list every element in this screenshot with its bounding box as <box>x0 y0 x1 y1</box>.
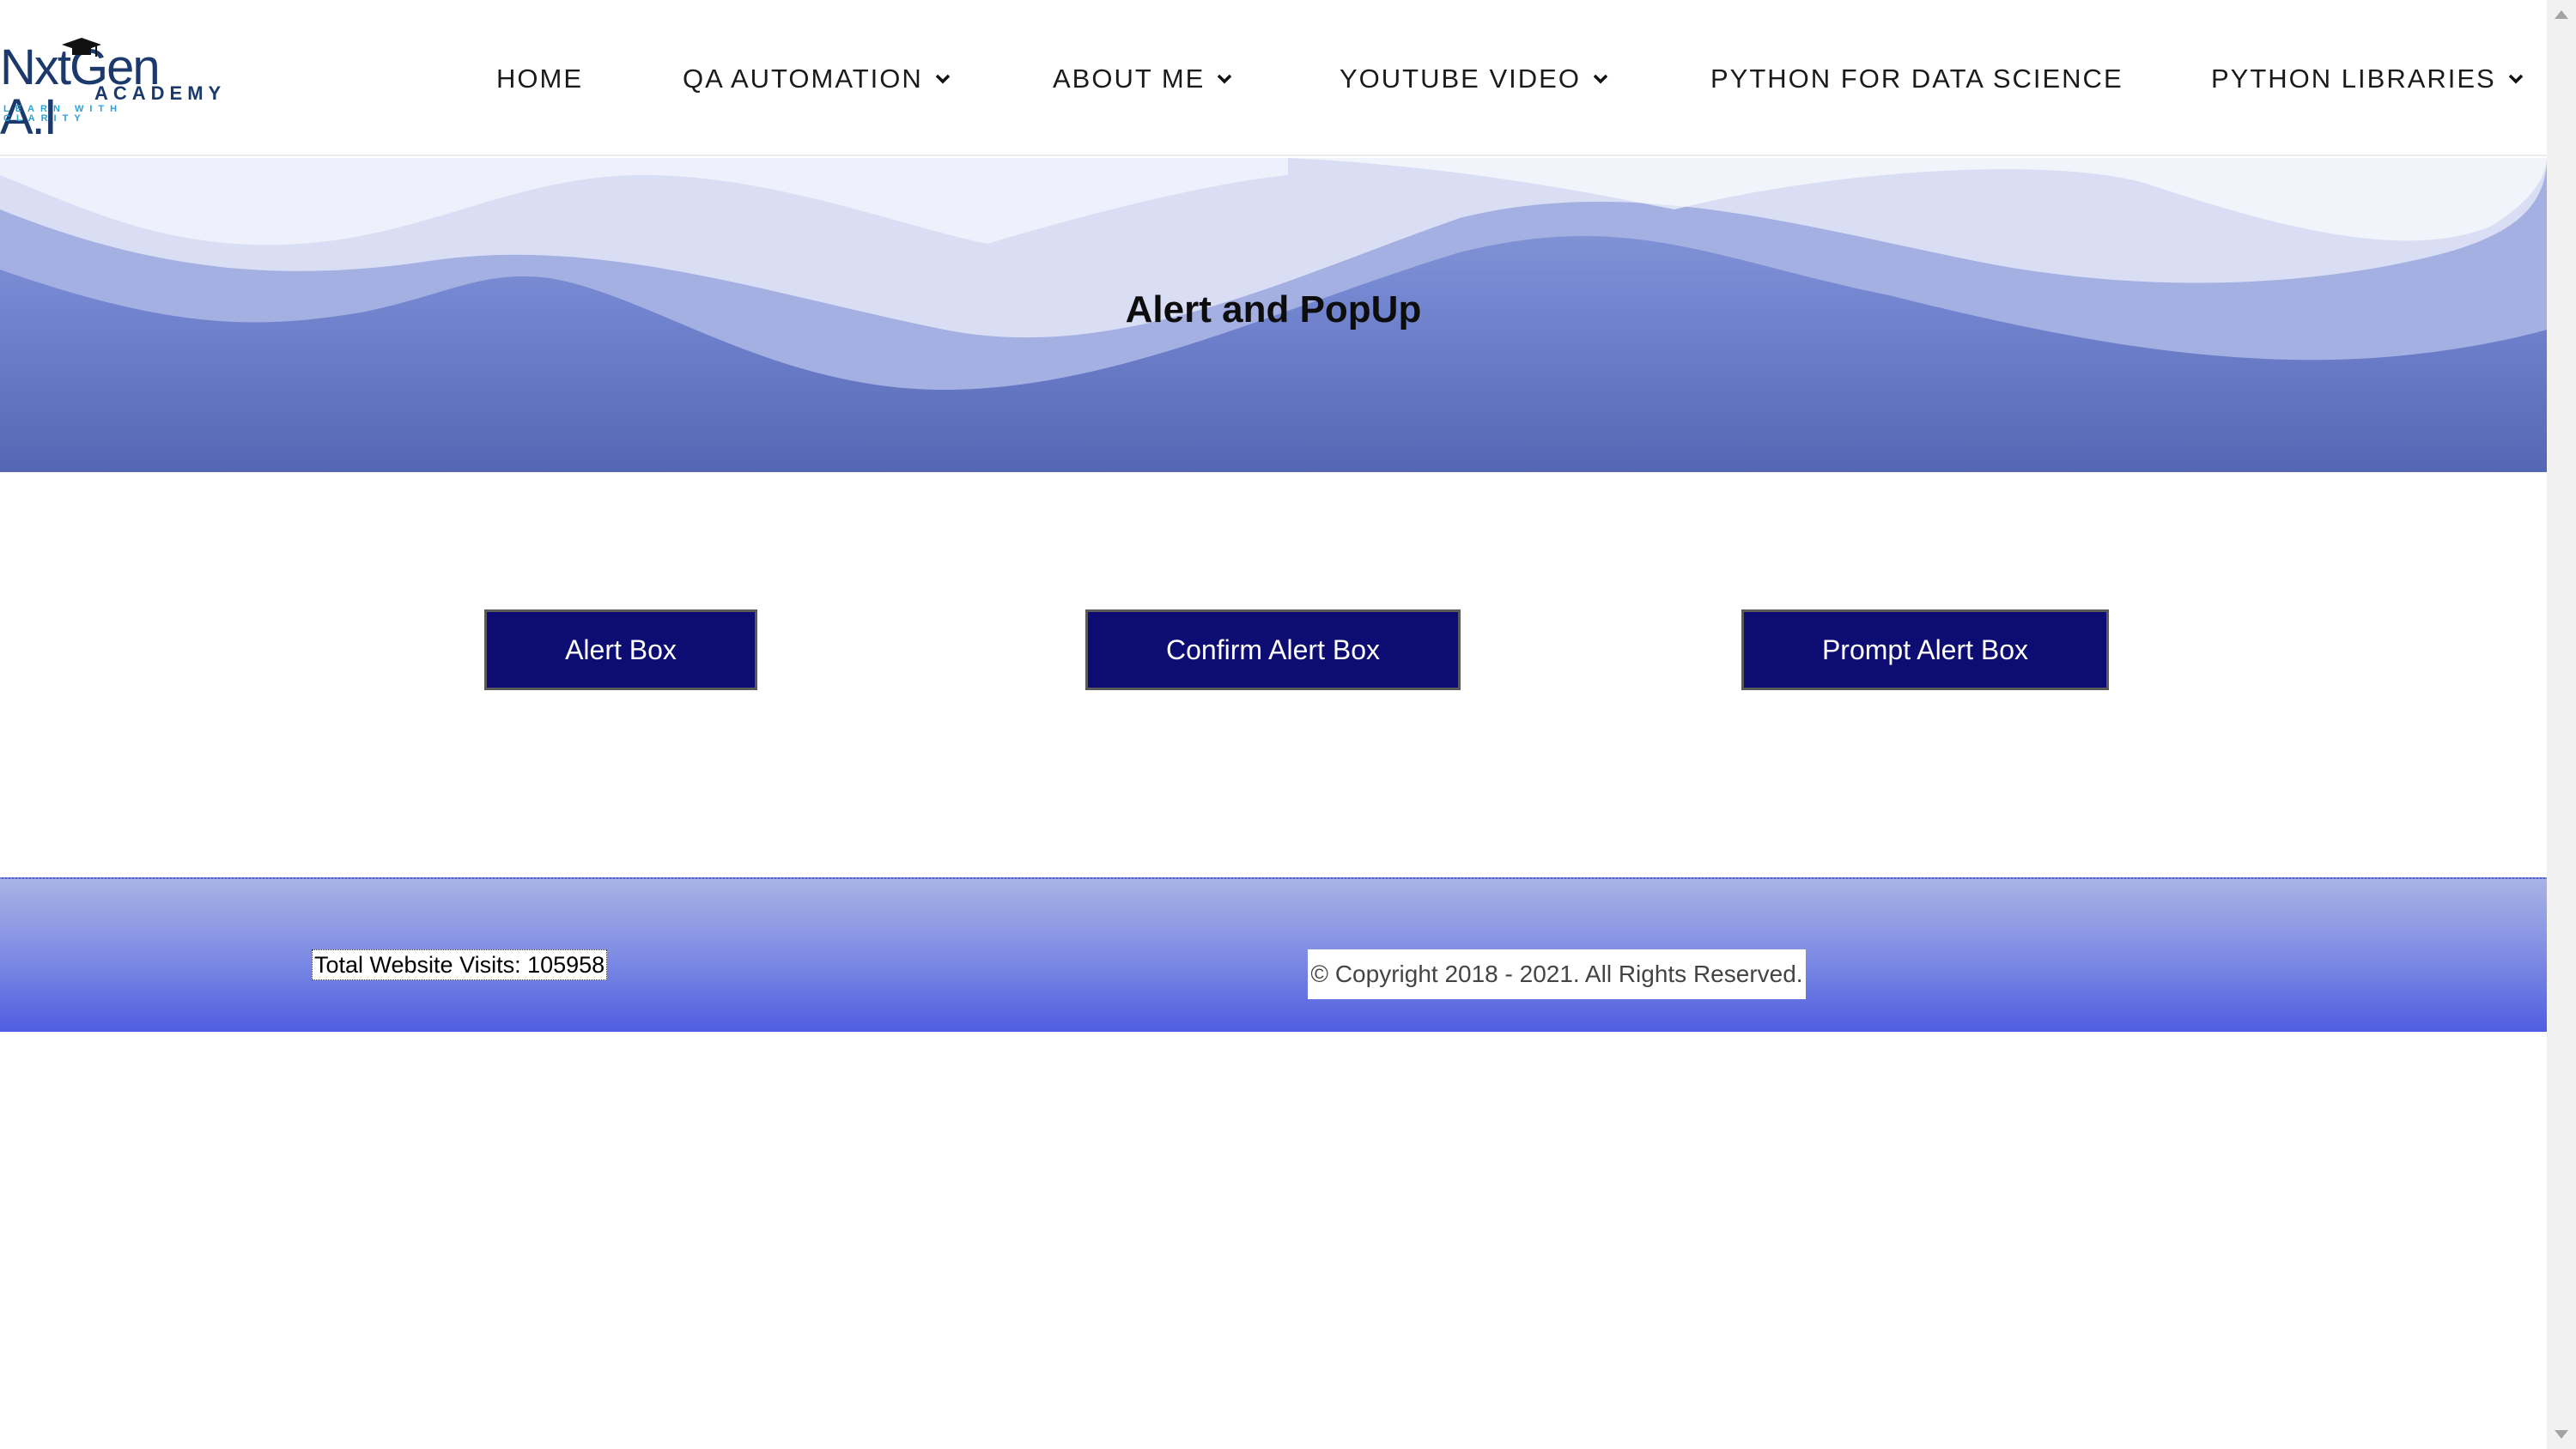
chevron-down-icon <box>2508 74 2523 84</box>
nav-item-qa-automation[interactable]: QA AUTOMATION <box>683 62 951 96</box>
nav-item-python-for-data-science[interactable]: PYTHON FOR DATA SCIENCE <box>1710 62 2123 96</box>
visit-counter: Total Website Visits: 105958 <box>312 949 608 980</box>
page-banner: Alert and PopUp <box>0 158 2547 472</box>
nav-item-label: PYTHON LIBRARIES <box>2211 64 2496 94</box>
prompt-alert-box-button[interactable]: Prompt Alert Box <box>1741 609 2109 690</box>
page-title: Alert and PopUp <box>1125 288 1422 330</box>
chevron-down-icon <box>935 74 951 84</box>
main-nav: HOME QA AUTOMATION ABOUT ME YOUTUBE VIDE… <box>0 0 2547 156</box>
alert-box-button[interactable]: Alert Box <box>484 609 757 690</box>
vertical-scrollbar[interactable] <box>2547 0 2576 1449</box>
site-header: NxtGen A.I ACADEMY LEARN WITH CLARITY HO… <box>0 0 2547 156</box>
chevron-down-icon <box>1218 74 1232 84</box>
nav-item-label: HOME <box>496 64 583 94</box>
site-footer: Total Website Visits: 105958 © Copyright… <box>0 877 2547 1032</box>
scroll-up-icon[interactable] <box>2555 10 2568 19</box>
nav-item-label: QA AUTOMATION <box>683 64 923 94</box>
chevron-down-icon <box>1593 74 1608 84</box>
nav-item-label: YOUTUBE VIDEO <box>1340 64 1581 94</box>
nav-item-home[interactable]: HOME <box>496 62 583 96</box>
copyright-text: © Copyright 2018 - 2021. All Rights Rese… <box>1308 949 1806 999</box>
nav-item-about-me[interactable]: ABOUT ME <box>1053 62 1232 96</box>
nav-item-label: ABOUT ME <box>1053 64 1206 94</box>
nav-item-label: PYTHON FOR DATA SCIENCE <box>1710 64 2123 94</box>
scroll-down-icon[interactable] <box>2555 1430 2568 1439</box>
confirm-alert-box-button[interactable]: Confirm Alert Box <box>1085 609 1461 690</box>
nav-item-python-libraries[interactable]: PYTHON LIBRARIES <box>2211 62 2524 96</box>
nav-item-youtube-video[interactable]: YOUTUBE VIDEO <box>1340 62 1608 96</box>
